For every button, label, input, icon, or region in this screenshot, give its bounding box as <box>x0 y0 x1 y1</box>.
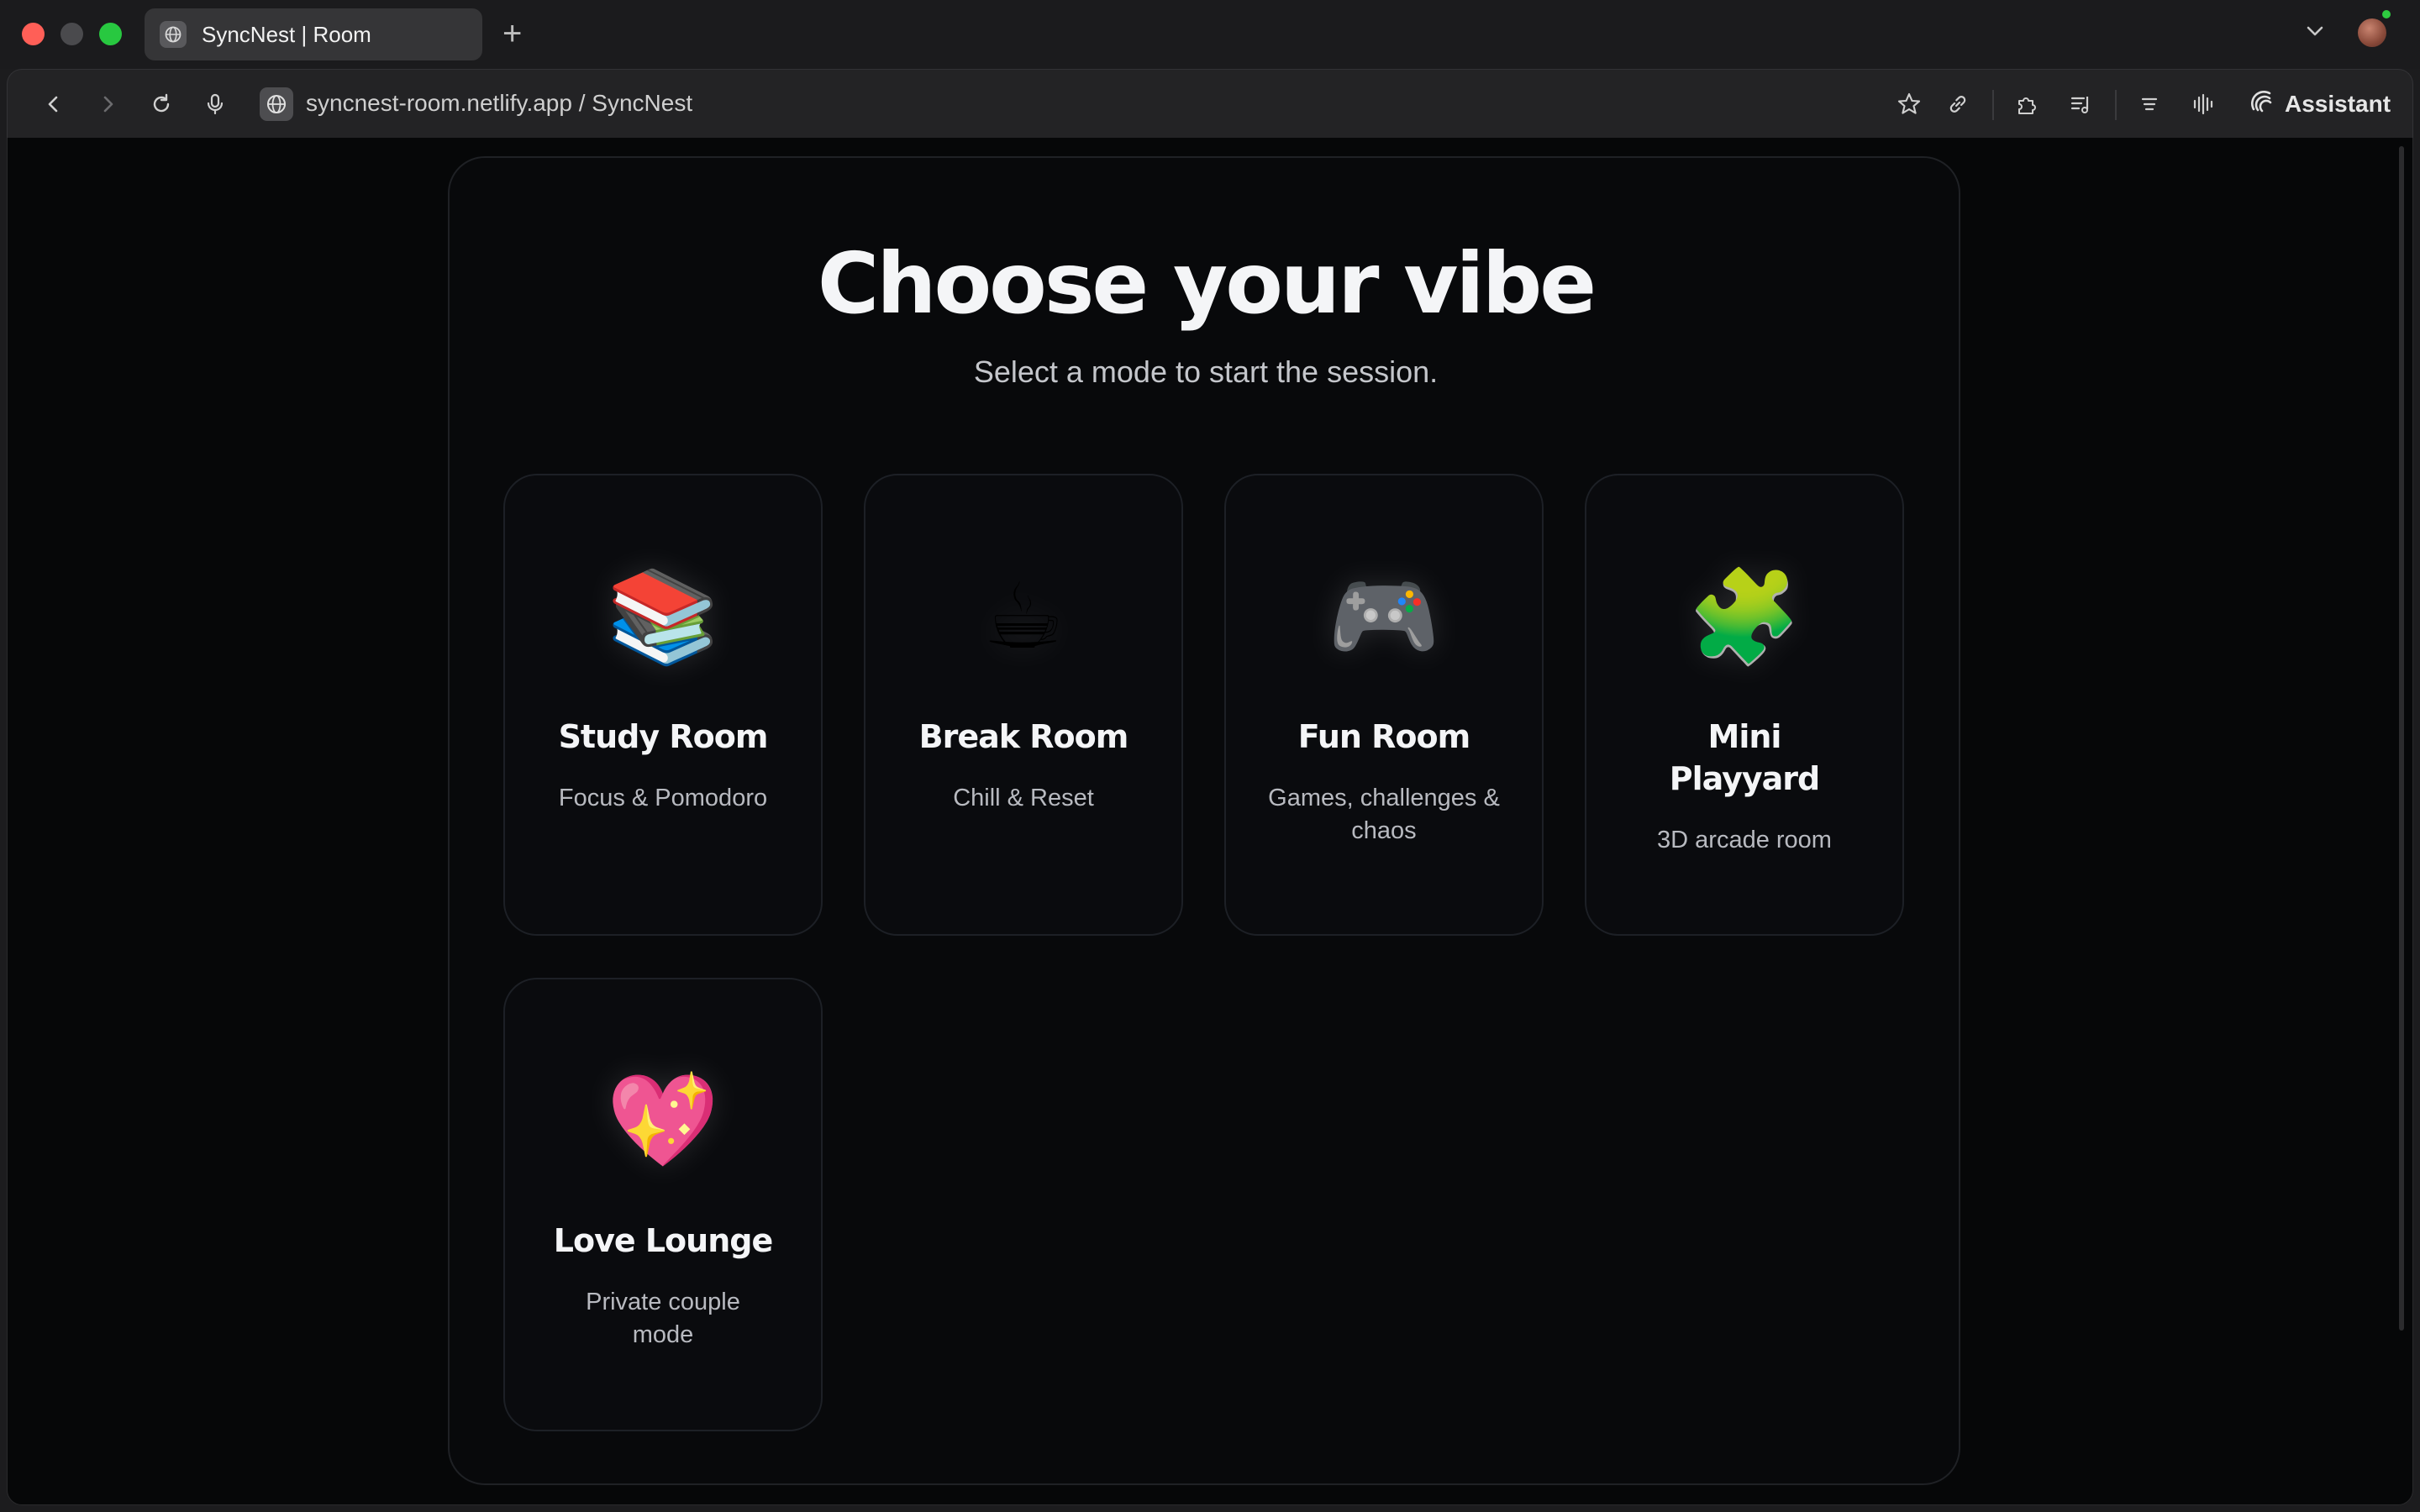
game-controller-icon: 🎮 <box>1327 564 1441 669</box>
browser-window: SyncNest | Room + syncnest-room.netlify.… <box>0 0 2420 1512</box>
status-dot <box>2382 10 2391 18</box>
browser-toolbar: syncnest-room.netlify.app / SyncNest Ass… <box>7 69 2413 138</box>
mode-description: Private couple mode <box>586 1289 740 1348</box>
mode-title: Love Lounge <box>553 1222 774 1259</box>
mode-card-study-room[interactable]: 📚 Study Room Focus & Pomodoro <box>503 474 823 936</box>
mode-title: Study Room <box>558 718 769 755</box>
globe-icon <box>160 21 187 48</box>
mode-description: Games, challenges & chaos <box>1268 785 1500 844</box>
page-subtitle: Select a mode to start the session. <box>973 354 1439 389</box>
close-window-button[interactable] <box>22 23 45 45</box>
link-icon[interactable] <box>1942 88 1974 120</box>
chevron-down-icon[interactable] <box>2302 18 2328 48</box>
mode-description: Focus & Pomodoro <box>558 785 768 811</box>
page-scrollbar[interactable] <box>2399 146 2404 1331</box>
puzzle-piece-icon: 🧩 <box>1687 564 1802 669</box>
address-bar[interactable]: syncnest-room.netlify.app / SyncNest <box>306 90 692 117</box>
star-icon[interactable] <box>1893 88 1925 120</box>
toolbar-divider <box>2115 90 2117 120</box>
mode-card-break-room[interactable]: ☕ Break Room Chill & Reset <box>864 474 1183 936</box>
sparkling-heart-icon: 💖 <box>606 1068 720 1173</box>
mode-card-fun-room[interactable]: 🎮 Fun Room Games, challenges & chaos <box>1224 474 1544 936</box>
maximize-window-button[interactable] <box>99 23 122 45</box>
minimize-window-button[interactable] <box>60 23 83 45</box>
site-info-icon[interactable] <box>260 87 293 121</box>
menu-lines-icon[interactable] <box>2133 88 2165 120</box>
page-title: Choose your vibe <box>817 234 1597 333</box>
mode-title: Mini Playyard <box>1669 718 1820 797</box>
mode-title: Fun Room <box>1297 718 1470 755</box>
reload-icon[interactable] <box>145 88 177 120</box>
mode-description: Chill & Reset <box>953 785 1094 811</box>
tab-title: SyncNest | Room <box>202 21 371 47</box>
mode-selection-panel: Choose your vibe Select a mode to start … <box>448 156 1960 1485</box>
assistant-button[interactable]: Assistant <box>2249 85 2391 123</box>
page-viewport: Choose your vibe Select a mode to start … <box>7 138 2413 1505</box>
assistant-label: Assistant <box>2285 91 2391 117</box>
assistant-icon <box>2249 89 2275 120</box>
new-tab-button[interactable]: + <box>502 13 522 54</box>
microphone-icon[interactable] <box>199 88 231 120</box>
books-icon: 📚 <box>606 564 720 669</box>
mode-description: 3D arcade room <box>1657 827 1832 853</box>
playlist-icon[interactable] <box>2065 88 2096 120</box>
audio-wave-icon[interactable] <box>2187 88 2219 120</box>
coffee-icon: ☕ <box>982 564 1065 669</box>
toolbar-divider <box>1992 90 1994 120</box>
extensions-icon[interactable] <box>2011 88 2043 120</box>
mode-card-love-lounge[interactable]: 💖 Love Lounge Private couple mode <box>503 978 823 1431</box>
forward-icon[interactable] <box>92 88 124 120</box>
back-icon[interactable] <box>38 88 70 120</box>
active-tab[interactable]: SyncNest | Room <box>145 8 482 60</box>
mode-title: Break Room <box>918 718 1129 755</box>
mode-card-mini-playyard[interactable]: 🧩 Mini Playyard 3D arcade room <box>1585 474 1904 936</box>
title-bar: SyncNest | Room + <box>0 0 2420 69</box>
profile-avatar[interactable] <box>2358 18 2386 47</box>
